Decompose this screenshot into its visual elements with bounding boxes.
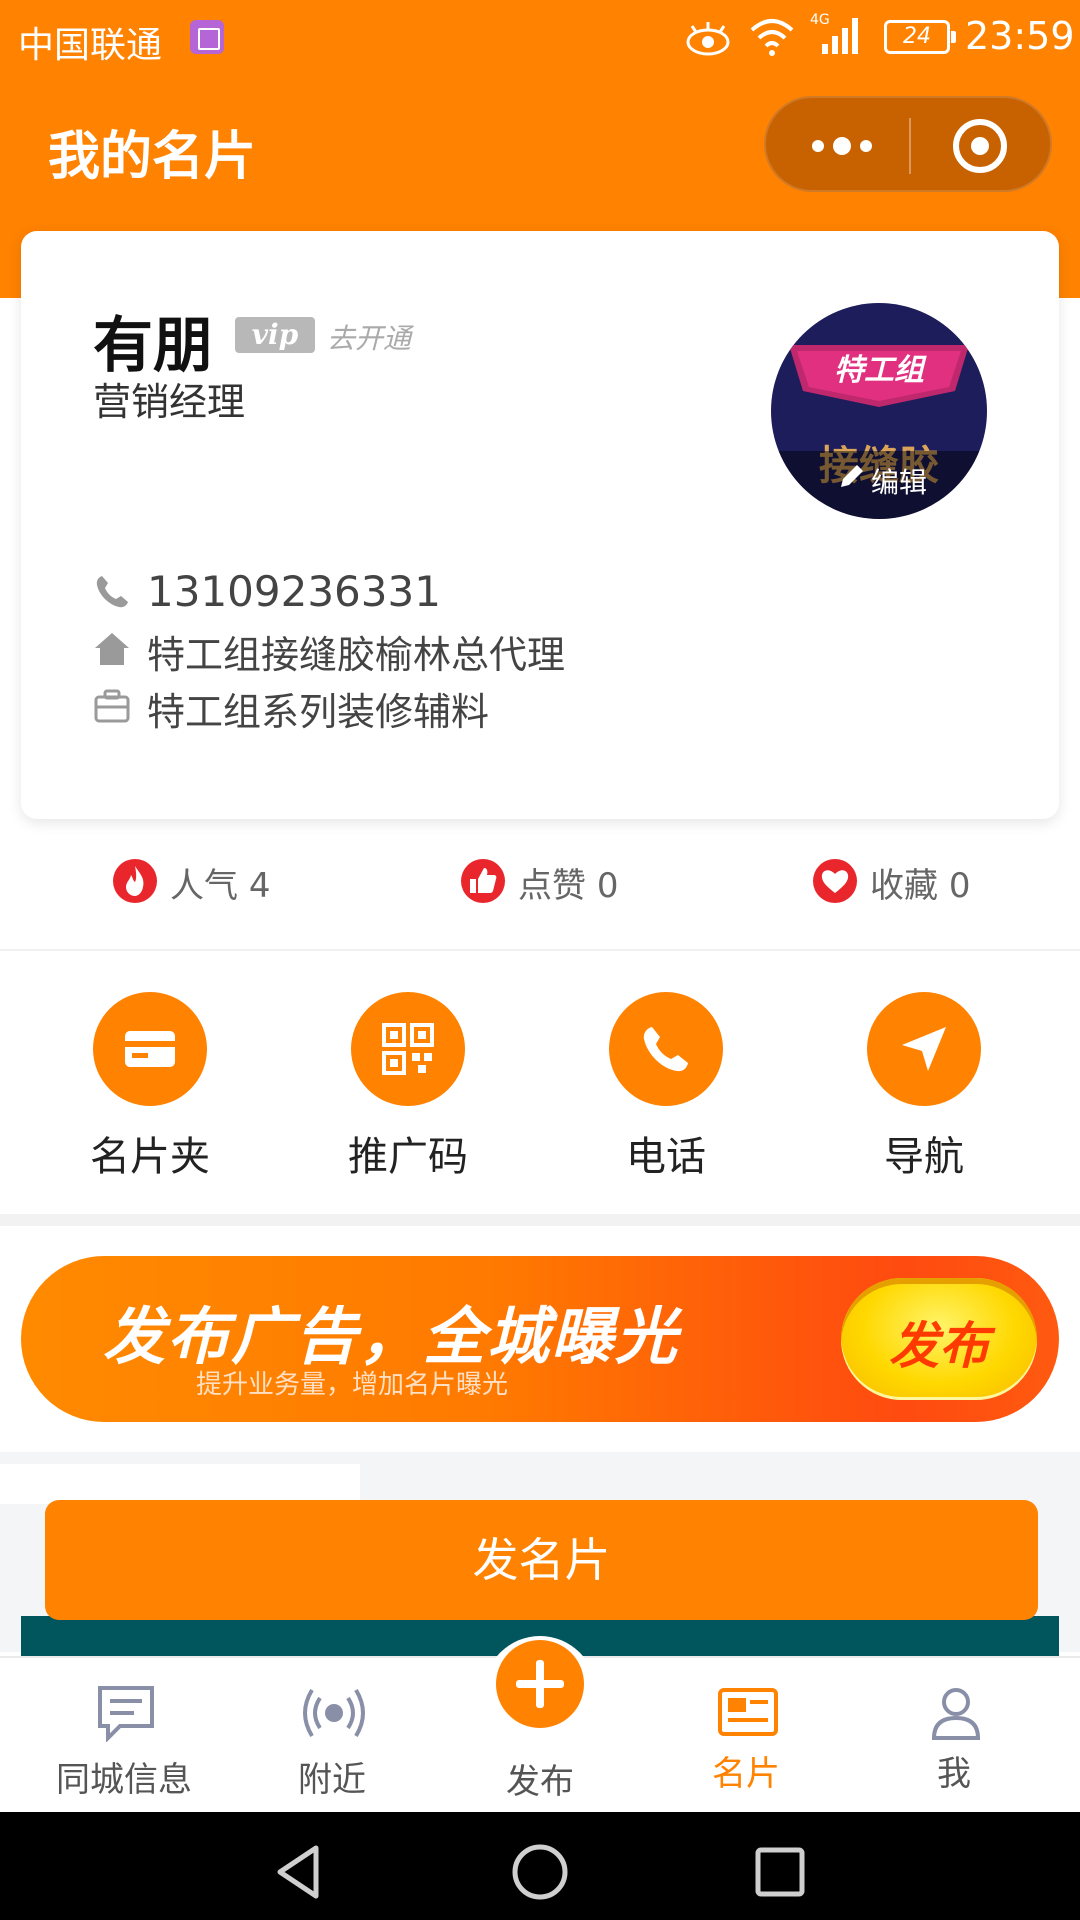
action-promo-code-circle	[351, 992, 465, 1106]
phone-call-icon	[643, 1027, 688, 1072]
action-navigation-circle	[867, 992, 981, 1106]
tab-card-label: 名片	[712, 1754, 780, 1794]
battery-indicator: 24	[884, 20, 956, 54]
network-type-label: 4G	[810, 12, 830, 28]
action-phone-circle	[609, 992, 723, 1106]
action-phone[interactable]: 电话	[566, 990, 766, 1180]
vip-badge: vip	[235, 317, 315, 353]
card-holder-icon	[125, 1031, 175, 1067]
user-icon	[931, 1688, 981, 1740]
fire-icon	[113, 859, 157, 903]
vip-open-link[interactable]: 去开通	[327, 317, 411, 357]
avatar-logo-text: 特工组	[834, 353, 924, 388]
page-title: 我的名片	[48, 127, 257, 187]
divider	[0, 949, 1080, 951]
content-tab-strip	[0, 1464, 360, 1504]
stat-favorites-value: 0	[948, 866, 971, 906]
tab-local-info[interactable]: 同城信息	[24, 1658, 224, 1814]
wifi-icon	[750, 19, 794, 56]
phone-number: 13109236331	[147, 567, 441, 616]
message-icon	[98, 1686, 154, 1742]
navigation-icon	[902, 1027, 946, 1071]
company-name: 特工组接缝胶榆林总代理	[147, 633, 566, 677]
heart-icon	[813, 859, 857, 903]
tab-me-label: 我	[937, 1754, 971, 1794]
action-phone-label: 电话	[626, 1134, 706, 1180]
signal-icon: 4G	[810, 12, 858, 54]
pencil-icon	[841, 465, 863, 487]
close-program-icon[interactable]	[950, 116, 1010, 176]
action-card-holder[interactable]: 名片夹	[50, 990, 250, 1180]
tab-card[interactable]: 名片	[646, 1658, 846, 1814]
tab-publish-label: 发布	[506, 1762, 574, 1802]
plus-icon[interactable]	[496, 1640, 584, 1728]
tab-me[interactable]: 我	[854, 1658, 1054, 1814]
action-navigation[interactable]: 导航	[824, 990, 1024, 1180]
business-card: 有朋 vip 去开通 营销经理 特工组 接缝胶 编辑 13109236331 特…	[21, 231, 1059, 819]
tab-nearby-label: 附近	[298, 1760, 366, 1800]
card-job-title: 营销经理	[93, 380, 246, 424]
quick-actions: 名片夹 推广码 电话 导航	[0, 990, 1080, 1180]
back-icon[interactable]	[270, 1842, 330, 1902]
action-promo-code[interactable]: 推广码	[308, 990, 508, 1180]
tab-nearby[interactable]: 附近	[232, 1658, 432, 1814]
section-gap	[0, 1214, 1080, 1226]
business-scope: 特工组系列装修辅料	[147, 690, 490, 734]
stat-favorites-label: 收藏	[870, 866, 938, 906]
avatar-edit-label[interactable]: 编辑	[871, 461, 927, 501]
briefcase-icon	[94, 689, 130, 723]
nearby-icon	[303, 1688, 365, 1738]
phone-icon	[96, 576, 128, 608]
tab-local-info-label: 同城信息	[56, 1760, 192, 1800]
stat-popularity-label: 人气	[170, 866, 238, 906]
send-card-button[interactable]: 发名片	[45, 1500, 1038, 1620]
capsule-divider	[909, 118, 911, 174]
qr-code-icon	[382, 1023, 434, 1075]
banner-publish-button[interactable]: 发布	[841, 1278, 1037, 1400]
stat-likes-label: 点赞	[518, 866, 586, 906]
mini-program-capsule	[764, 96, 1052, 192]
thumbs-up-icon	[461, 859, 505, 903]
banner-title: 发布广告，全城曝光	[103, 1300, 680, 1373]
banner-publish-label: 发布	[889, 1317, 989, 1375]
action-promo-code-label: 推广码	[348, 1134, 468, 1180]
image-notification-icon	[190, 20, 224, 54]
stats-row: 人气 4 点赞 0 收藏 0	[0, 840, 1080, 920]
avatar[interactable]: 特工组 接缝胶 编辑	[771, 303, 987, 519]
action-card-holder-label: 名片夹	[90, 1134, 210, 1180]
more-options-icon[interactable]	[796, 120, 886, 172]
system-navigation-bar	[0, 1812, 1080, 1920]
carrier-label: 中国联通	[18, 25, 163, 66]
home-button-icon[interactable]	[510, 1842, 570, 1902]
card-icon	[718, 1688, 778, 1736]
home-icon	[95, 633, 129, 665]
stat-popularity-value: 4	[248, 866, 271, 906]
banner-subtitle: 提升业务量，增加名片曝光	[196, 1370, 509, 1400]
status-bar: 中国联通 4G 24 23:59	[0, 0, 1080, 76]
action-navigation-label: 导航	[884, 1134, 964, 1180]
eye-icon	[686, 22, 730, 56]
stat-likes-value: 0	[596, 866, 619, 906]
action-card-holder-circle	[93, 992, 207, 1106]
ad-banner[interactable]: 发布广告，全城曝光 提升业务量，增加名片曝光 发布	[21, 1256, 1059, 1422]
status-time: 23:59	[965, 14, 1075, 58]
recent-apps-icon[interactable]	[750, 1842, 810, 1902]
